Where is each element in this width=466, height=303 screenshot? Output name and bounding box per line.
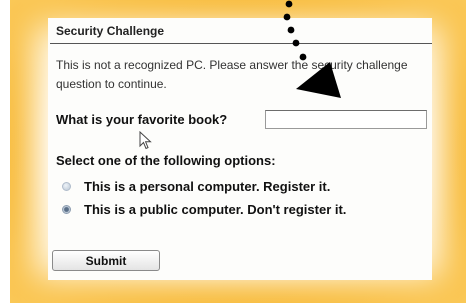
pointer-dot bbox=[299, 53, 307, 61]
mouse-cursor-icon bbox=[139, 131, 152, 150]
pointer-arrowhead-icon bbox=[296, 62, 341, 98]
pointer-dot bbox=[287, 26, 295, 34]
pointer-dot bbox=[285, 0, 293, 8]
pointer-dot bbox=[292, 39, 300, 47]
dotted-pointer-arrow bbox=[283, 0, 341, 98]
pointer-dot bbox=[283, 13, 291, 21]
